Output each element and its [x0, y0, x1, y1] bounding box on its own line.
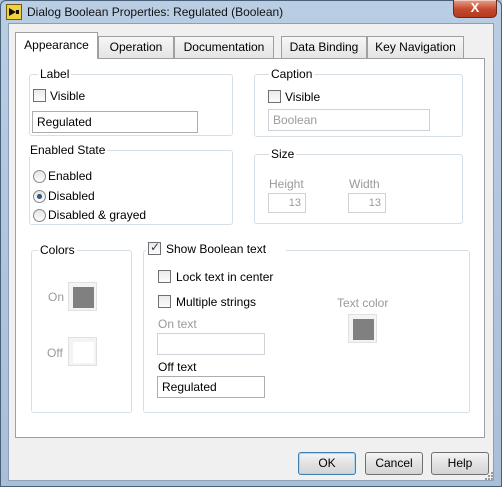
off-color-fill: [73, 342, 94, 363]
tab-documentation[interactable]: Documentation: [174, 36, 274, 59]
on-color-swatch[interactable]: [68, 282, 97, 311]
size-group-title: Size: [269, 147, 297, 161]
label-text-input[interactable]: Regulated: [32, 111, 198, 133]
colors-group: Colors On Off: [31, 243, 132, 413]
height-label: Height: [269, 177, 304, 191]
tab-key-navigation[interactable]: Key Navigation: [367, 36, 464, 59]
close-icon: X: [470, 0, 480, 15]
width-field[interactable]: 13: [348, 193, 386, 213]
on-text-label: On text: [158, 317, 197, 331]
resize-grip-icon[interactable]: [485, 472, 494, 481]
lock-text-checkbox[interactable]: [158, 270, 171, 283]
lock-text-label: Lock text in center: [176, 270, 274, 284]
ok-button[interactable]: OK: [298, 452, 356, 475]
label-visible-text: Visible: [50, 89, 86, 103]
width-label: Width: [349, 177, 380, 191]
tab-appearance[interactable]: Appearance: [15, 32, 98, 59]
dialog-client: Appearance Operation Documentation Data …: [8, 23, 494, 481]
dialog-window: Dialog Boolean Properties: Regulated (Bo…: [0, 0, 502, 487]
close-button[interactable]: X: [453, 0, 497, 18]
enabled-state-title: Enabled State: [28, 143, 108, 157]
title-bar[interactable]: Dialog Boolean Properties: Regulated (Bo…: [1, 0, 501, 23]
enabled-radio[interactable]: [33, 170, 46, 183]
height-field[interactable]: 13: [268, 193, 306, 213]
show-boolean-text-legend: Show Boolean text: [146, 240, 286, 257]
tab-operation[interactable]: Operation: [98, 36, 174, 59]
cancel-button[interactable]: Cancel: [365, 452, 423, 475]
tab-data-binding[interactable]: Data Binding: [281, 36, 367, 59]
on-text-input[interactable]: [157, 333, 265, 355]
text-color-swatch[interactable]: [348, 314, 377, 343]
colors-group-title: Colors: [38, 243, 77, 257]
enabled-state-group: Enabled State Enabled Disabled Disabled …: [28, 143, 233, 225]
show-boolean-text-label: Show Boolean text: [166, 242, 267, 256]
boolean-text-group: Show Boolean text Lock text in center Mu…: [143, 240, 470, 413]
disabled-radio[interactable]: [33, 190, 46, 203]
show-boolean-text-checkbox[interactable]: [148, 240, 161, 255]
appearance-panel: Label Visible Regulated Caption Visible …: [15, 58, 485, 438]
caption-text-input[interactable]: Boolean: [268, 109, 430, 131]
disabled-grayed-radio[interactable]: [33, 209, 46, 222]
off-text-label: Off text: [158, 360, 197, 374]
label-group: Label Visible Regulated: [29, 67, 233, 136]
caption-visible-checkbox[interactable]: [268, 90, 281, 103]
help-button[interactable]: Help: [431, 452, 489, 475]
window-title: Dialog Boolean Properties: Regulated (Bo…: [27, 5, 284, 19]
size-group: Size Height 13 Width 13: [254, 147, 463, 224]
disabled-grayed-radio-label: Disabled & grayed: [48, 208, 147, 222]
text-color-fill: [353, 319, 374, 340]
disabled-radio-label: Disabled: [48, 189, 95, 203]
text-color-label: Text color: [337, 296, 389, 310]
multiple-strings-label: Multiple strings: [176, 295, 257, 309]
on-color-label: On: [48, 290, 65, 304]
multiple-strings-checkbox[interactable]: [158, 295, 171, 308]
off-color-label: Off: [47, 346, 63, 360]
enabled-radio-label: Enabled: [48, 169, 93, 183]
caption-visible-text: Visible: [285, 90, 321, 104]
label-visible-checkbox[interactable]: [33, 89, 46, 102]
caption-group: Caption Visible Boolean: [254, 67, 463, 137]
labview-boolean-icon: [6, 4, 22, 20]
off-text-input[interactable]: Regulated: [157, 376, 265, 398]
caption-group-title: Caption: [269, 67, 315, 81]
label-group-title: Label: [38, 67, 72, 81]
on-color-fill: [73, 287, 94, 308]
off-color-swatch[interactable]: [68, 337, 97, 366]
